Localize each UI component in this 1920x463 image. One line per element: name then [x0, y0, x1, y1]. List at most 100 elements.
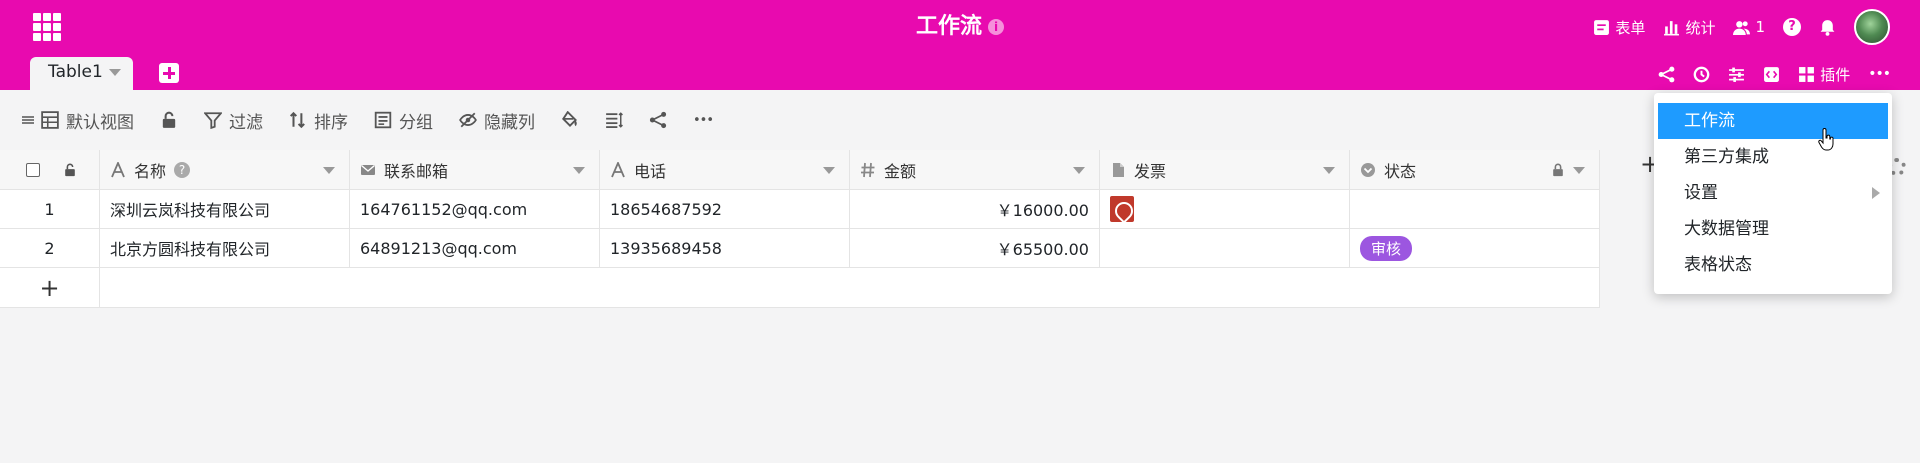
cell-email[interactable]: 164761152@qq.com: [350, 190, 600, 228]
column-header-label: 状态: [1384, 161, 1417, 181]
cell-name[interactable]: 深圳云岚科技有限公司: [100, 190, 350, 228]
chevron-down-icon[interactable]: [323, 167, 335, 174]
unlock-icon: [162, 111, 176, 128]
bell-icon: [1820, 19, 1835, 36]
collaborators-count: 1: [1755, 18, 1765, 36]
cell-amount[interactable]: ￥65500.00: [850, 229, 1100, 267]
cell-status[interactable]: [1350, 190, 1600, 228]
script-icon[interactable]: [1763, 66, 1780, 83]
share-icon[interactable]: [1658, 66, 1675, 83]
tab-table1[interactable]: Table1: [30, 57, 133, 91]
column-header-label: 金额: [884, 161, 917, 181]
notifications-button[interactable]: [1819, 19, 1836, 36]
cell-email[interactable]: 64891213@qq.com: [350, 229, 600, 267]
help-button[interactable]: ?: [1783, 18, 1801, 36]
help-icon: ?: [1783, 18, 1801, 36]
menu-item-table-status[interactable]: 表格状态: [1654, 247, 1892, 283]
collaborators-button[interactable]: 1: [1733, 18, 1765, 36]
group-button[interactable]: 分组: [374, 108, 433, 133]
header-actions: 表单 统计 1 ?: [1593, 9, 1890, 45]
chevron-down-icon[interactable]: [108, 68, 121, 76]
plugin-label: 插件: [1820, 65, 1851, 84]
hand-cursor-icon: [1818, 128, 1834, 151]
add-row-button[interactable]: +: [0, 268, 100, 307]
share-view-button[interactable]: [649, 111, 667, 129]
row-index: 1: [0, 190, 100, 228]
share-icon: [649, 111, 667, 129]
tab-label: Table1: [48, 62, 103, 82]
hide-columns-button[interactable]: 隐藏列: [459, 108, 535, 133]
add-table-button[interactable]: [159, 63, 179, 83]
filter-button[interactable]: 过滤: [204, 108, 263, 133]
sort-icon: [289, 111, 305, 129]
app-header: 工作流 i 表单 统计 1 ? Table1 插件 •••: [0, 0, 1920, 91]
form-icon: [1594, 19, 1610, 35]
statistics-button[interactable]: 统计: [1663, 17, 1715, 38]
toolbar-more-button[interactable]: •••: [693, 112, 714, 128]
info-icon[interactable]: i: [988, 19, 1004, 35]
cell-name[interactable]: 北京方圆科技有限公司: [100, 229, 350, 267]
row-height-button[interactable]: [605, 111, 623, 129]
row-height-icon: [606, 112, 623, 128]
view-selector[interactable]: 默认视图: [22, 108, 134, 133]
column-header-name[interactable]: 名称 ?: [100, 150, 350, 189]
help-icon[interactable]: ?: [174, 161, 191, 178]
row-color-button[interactable]: [561, 111, 579, 129]
group-icon: [374, 111, 392, 129]
menu-item-third-party[interactable]: 第三方集成: [1654, 139, 1892, 175]
table-row[interactable]: 1 深圳云岚科技有限公司 164761152@qq.com 1865468759…: [0, 190, 1600, 229]
add-row-bar: +: [0, 268, 1600, 308]
chevron-down-icon[interactable]: [573, 167, 585, 174]
column-header-email[interactable]: 联系邮箱: [350, 150, 600, 189]
plugin-button[interactable]: 插件: [1798, 64, 1850, 85]
grid-header-row: 名称 ? 联系邮箱 电话 金额 发票 状态: [0, 150, 1600, 190]
menu-item-workflow[interactable]: 工作流: [1658, 103, 1888, 139]
sort-label: 排序: [314, 112, 348, 133]
settings-sliders-icon[interactable]: [1728, 66, 1745, 83]
chevron-down-icon[interactable]: [1573, 167, 1585, 174]
column-header-label: 名称: [134, 161, 167, 181]
more-icon: •••: [693, 112, 714, 128]
column-header-amount[interactable]: 金额: [850, 150, 1100, 189]
chevron-down-icon[interactable]: [1323, 167, 1335, 174]
select-all-checkbox[interactable]: [26, 162, 40, 177]
column-header-phone[interactable]: 电话: [600, 150, 850, 189]
cell-phone[interactable]: 18654687592: [600, 190, 850, 228]
cell-phone[interactable]: 13935689458: [600, 229, 850, 267]
single-select-type-icon: [1361, 162, 1375, 177]
menu-item-big-data[interactable]: 大数据管理: [1654, 211, 1892, 247]
cell-invoice[interactable]: [1100, 190, 1350, 228]
avatar[interactable]: [1854, 9, 1890, 45]
column-header-invoice[interactable]: 发票: [1100, 150, 1350, 189]
column-header-status[interactable]: 状态: [1350, 150, 1600, 189]
hide-columns-label: 隐藏列: [484, 112, 535, 133]
more-options-icon[interactable]: •••: [1868, 66, 1891, 82]
cell-status[interactable]: 审核: [1350, 229, 1600, 267]
chevron-down-icon[interactable]: [1073, 167, 1085, 174]
column-header-label: 联系邮箱: [384, 161, 449, 181]
lock-view-button[interactable]: [160, 111, 178, 129]
form-button[interactable]: 表单: [1593, 17, 1645, 38]
unlock-icon[interactable]: [63, 162, 77, 178]
filter-icon: [204, 112, 222, 129]
cell-invoice[interactable]: [1100, 229, 1350, 267]
filter-label: 过滤: [229, 112, 263, 133]
table-actions: 插件 •••: [1658, 60, 1891, 88]
column-header-label: 电话: [634, 161, 667, 181]
table-row[interactable]: 2 北京方圆科技有限公司 64891213@qq.com 13935689458…: [0, 229, 1600, 268]
menu-item-settings[interactable]: 设置: [1654, 175, 1892, 211]
group-label: 分组: [399, 112, 433, 133]
cell-amount[interactable]: ￥16000.00: [850, 190, 1100, 228]
paint-bucket-icon: [562, 111, 577, 127]
users-icon: [1733, 20, 1751, 35]
history-icon[interactable]: [1693, 66, 1710, 83]
chevron-down-icon[interactable]: [823, 167, 835, 174]
data-grid: 名称 ? 联系邮箱 电话 金额 发票 状态 1 深圳云岚科技有限公司 16476…: [0, 150, 1600, 308]
pdf-file-icon[interactable]: [1110, 196, 1134, 222]
view-label: 默认视图: [66, 112, 134, 133]
add-row-spacer: [100, 268, 1600, 307]
plugin-grid-icon: [1799, 66, 1815, 82]
sort-button[interactable]: 排序: [289, 108, 348, 133]
eye-off-icon: [459, 112, 477, 128]
chart-icon: [1664, 20, 1680, 35]
